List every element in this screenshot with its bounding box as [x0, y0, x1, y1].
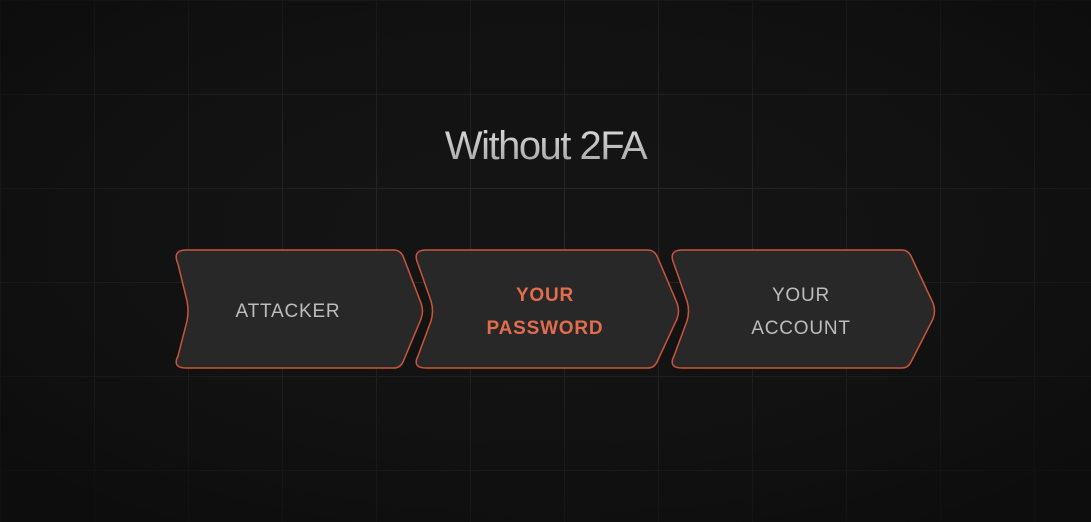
step-label-your-account: YOUR ACCOUNT — [751, 285, 851, 339]
flow-arrows — [175, 249, 936, 369]
step-label-attacker: ATTACKER — [235, 301, 341, 322]
step-label-your-password: YOUR PASSWORD — [486, 285, 604, 339]
diagram-canvas: Without 2FA ATTACKER YOUR PASSWORD YOUR … — [0, 0, 1091, 522]
